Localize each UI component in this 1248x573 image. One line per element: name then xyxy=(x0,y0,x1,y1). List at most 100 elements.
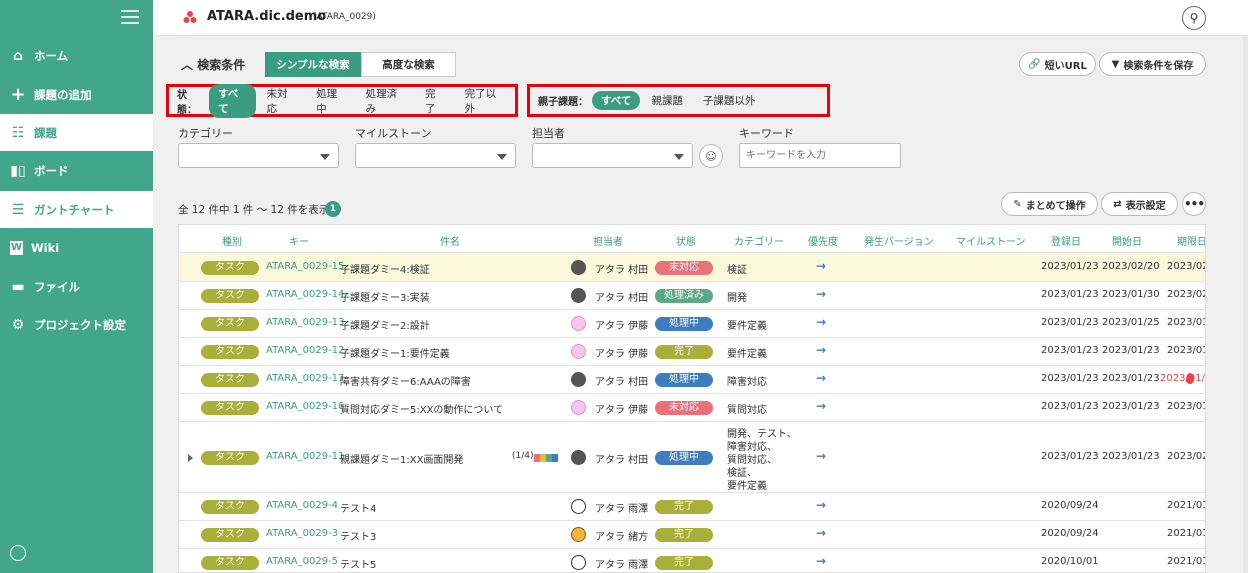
keyword-input[interactable] xyxy=(739,143,901,168)
status-filter-all[interactable]: すべて xyxy=(209,83,256,118)
issue-title-link[interactable]: テスト3 xyxy=(340,528,376,543)
sidebar-item-gantt[interactable]: ☰ ガントチャート xyxy=(0,191,153,228)
category-select[interactable] xyxy=(178,143,339,168)
project-logo-icon xyxy=(183,11,197,23)
status-filter-in-progress[interactable]: 処理中 xyxy=(307,84,355,118)
issue-title-link[interactable]: 子課題ダミー3:実装 xyxy=(340,289,430,304)
parent-filter-all[interactable]: すべて xyxy=(592,91,641,110)
tab-simple-search[interactable]: シンプルな検索 xyxy=(265,52,361,77)
header-category[interactable]: カテゴリー xyxy=(734,233,784,248)
issue-key-link[interactable]: ATARA_0029-14 xyxy=(266,289,344,300)
expand-icon[interactable] xyxy=(188,454,193,462)
header-key[interactable]: キー xyxy=(289,233,309,248)
sidebar-item-home[interactable]: ⌂ ホーム xyxy=(0,37,153,74)
save-condition-button[interactable]: ▼ 検索条件を保存 xyxy=(1099,52,1206,76)
site-key: (ATARA_0029) xyxy=(313,12,376,22)
assignee-name: アタラ 村田 xyxy=(595,377,649,388)
priority-normal-icon: → xyxy=(816,526,827,540)
issue-key-link[interactable]: ATARA_0029-15 xyxy=(266,261,344,272)
sidebar-item-wiki[interactable]: W Wiki xyxy=(0,229,153,266)
issue-key-link[interactable]: ATARA_0029-3 xyxy=(266,528,338,539)
header-created[interactable]: 登録日 xyxy=(1051,233,1081,248)
status-filter-open[interactable]: 未対応 xyxy=(258,84,306,118)
issue-key-link[interactable]: ATARA_0029-16 xyxy=(266,401,344,412)
issue-title-link[interactable]: 親課題ダミー1:XX画面開発 xyxy=(340,451,463,466)
issue-key-link[interactable]: ATARA_0029-11 xyxy=(266,451,344,462)
priority-normal-icon: → xyxy=(816,343,827,357)
sidebar-item-issues[interactable]: ☷ 課題 xyxy=(0,114,153,151)
issue-title-link[interactable]: 質問対応ダミー5:XXの動作について xyxy=(340,401,503,416)
assignee-name: アタラ 伊藤 xyxy=(595,321,649,332)
issue-key-link[interactable]: ATARA_0029-13 xyxy=(266,317,344,328)
child-progress-bar xyxy=(534,454,558,462)
milestone-select[interactable] xyxy=(355,143,516,168)
more-options-button[interactable]: ••• xyxy=(1182,192,1206,216)
display-settings-button[interactable]: ⇄ 表示設定 xyxy=(1101,192,1178,216)
sidebar-item-project-settings[interactable]: ⚙ プロジェクト設定 xyxy=(0,306,153,343)
table-row[interactable]: タスク ATARA_0029-16 質問対応ダミー5:XXの動作について アタラ 伊藤… xyxy=(179,394,1205,422)
table-row[interactable]: タスク ATARA_0029-11 親課題ダミー1:XX画面開発 (1/4) アタラ 村… xyxy=(179,422,1205,493)
short-url-button[interactable]: 🔗 短いURL xyxy=(1019,52,1096,76)
issue-title-link[interactable]: テスト4 xyxy=(340,500,376,515)
due-date: 2021/01/29 xyxy=(1167,500,1205,511)
issue-key-link[interactable]: ATARA_0029-12 xyxy=(266,345,344,356)
table-row[interactable]: タスク ATARA_0029-13 子課題ダミー2:設計 アタラ 伊藤 処理中 要件定義 →… xyxy=(179,310,1205,338)
bulk-action-button[interactable]: ✎ まとめて操作 xyxy=(1001,192,1098,216)
hamburger-menu-icon[interactable] xyxy=(121,10,139,24)
assignee-avatar xyxy=(571,450,586,465)
myself-user-icon[interactable]: ☺ xyxy=(699,144,723,168)
assignee-name: アタラ 村田 xyxy=(595,455,649,466)
issue-title-link[interactable]: 子課題ダミー4:検証 xyxy=(340,261,430,276)
page-number[interactable]: 1 xyxy=(325,201,341,217)
sidebar-item-board[interactable]: ▮▯ ボード xyxy=(0,152,153,189)
status-filter-closed[interactable]: 完了 xyxy=(416,84,454,118)
table-row[interactable]: タスク ATARA_0029-5 テスト5 アタラ 雨澤 完了 → 2020/10/01 20… xyxy=(179,549,1205,572)
issue-title-link[interactable]: 子課題ダミー2:設計 xyxy=(340,317,430,332)
issue-key-link[interactable]: ATARA_0029-17 xyxy=(266,373,344,384)
table-row[interactable]: タスク ATARA_0029-17 障害共有ダミー6:AAAの障害 アタラ 村田 処理中… xyxy=(179,366,1205,394)
table-row[interactable]: タスク ATARA_0029-4 テスト4 アタラ 雨澤 完了 → 2020/09/24 20… xyxy=(179,493,1205,521)
header-type[interactable]: 種別 xyxy=(222,233,242,248)
search-icon[interactable]: ⚲ xyxy=(1182,6,1206,30)
category-text: 質問対応 xyxy=(727,405,767,416)
header-status[interactable]: 状態 xyxy=(676,233,696,248)
header-priority[interactable]: 優先度 xyxy=(808,233,838,248)
category-text: 検証 xyxy=(727,265,747,276)
issue-title-link[interactable]: 障害共有ダミー6:AAAの障害 xyxy=(340,373,471,388)
sidebar-item-label: ファイル xyxy=(34,279,80,294)
status-filter-resolved[interactable]: 処理済み xyxy=(357,84,414,118)
priority-normal-icon: → xyxy=(816,498,827,512)
search-conditions-toggle[interactable]: ︿ 検索条件 xyxy=(181,56,245,73)
assignee-select[interactable] xyxy=(532,143,693,168)
header-due[interactable]: 期限日 xyxy=(1177,233,1205,248)
table-row[interactable]: タスク ATARA_0029-12 子課題ダミー1:要件定義 アタラ 伊藤 完了 要件定義… xyxy=(179,338,1205,366)
table-row[interactable]: タスク ATARA_0029-14 子課題ダミー3:実装 アタラ 村田 処理済み 開発 → 2… xyxy=(179,282,1205,310)
header-assignee[interactable]: 担当者 xyxy=(593,233,623,248)
tab-advanced-search[interactable]: 高度な検索 xyxy=(361,52,456,77)
issue-key-link[interactable]: ATARA_0029-4 xyxy=(266,500,338,511)
chat-icon[interactable] xyxy=(10,545,26,561)
sidebar-item-label: プロジェクト設定 xyxy=(34,317,126,332)
scrollbar[interactable] xyxy=(1243,36,1248,573)
issue-type-badge: タスク xyxy=(201,261,259,275)
parent-filter-not-child[interactable]: 子課題以外 xyxy=(694,91,765,110)
status-filter-not-closed[interactable]: 完了以外 xyxy=(456,84,513,118)
issue-key-link[interactable]: ATARA_0029-5 xyxy=(266,556,338,567)
header-milestone[interactable]: マイルストーン xyxy=(956,233,1026,248)
site-name[interactable]: ATARA.dic.demo xyxy=(207,9,326,24)
issue-type-badge: タスク xyxy=(201,373,259,387)
table-row[interactable]: タスク ATARA_0029-15 子課題ダミー4:検証 アタラ 村田 未対応 検証 → 20… xyxy=(179,254,1205,282)
header-title[interactable]: 件名 xyxy=(440,233,460,248)
due-date: 2023/01/24 xyxy=(1160,373,1205,384)
parent-filter-parent[interactable]: 親課題 xyxy=(642,91,692,110)
home-icon: ⌂ xyxy=(12,47,24,64)
issue-title-link[interactable]: テスト5 xyxy=(340,556,376,571)
result-count: 全 12 件中 1 件 ～ 12 件を表示 xyxy=(178,204,330,216)
sidebar-item-files[interactable]: ▬ ファイル xyxy=(0,268,153,305)
header-start[interactable]: 開始日 xyxy=(1112,233,1142,248)
sidebar-item-add-issue[interactable]: + 課題の追加 xyxy=(0,76,153,113)
header-version[interactable]: 発生バージョン xyxy=(864,233,934,248)
table-row[interactable]: タスク ATARA_0029-3 テスト3 アタラ 緒方 完了 → 2020/09/24 20… xyxy=(179,521,1205,549)
issue-title-link[interactable]: 子課題ダミー1:要件定義 xyxy=(340,345,450,360)
status-badge: 未対応 xyxy=(655,401,713,415)
